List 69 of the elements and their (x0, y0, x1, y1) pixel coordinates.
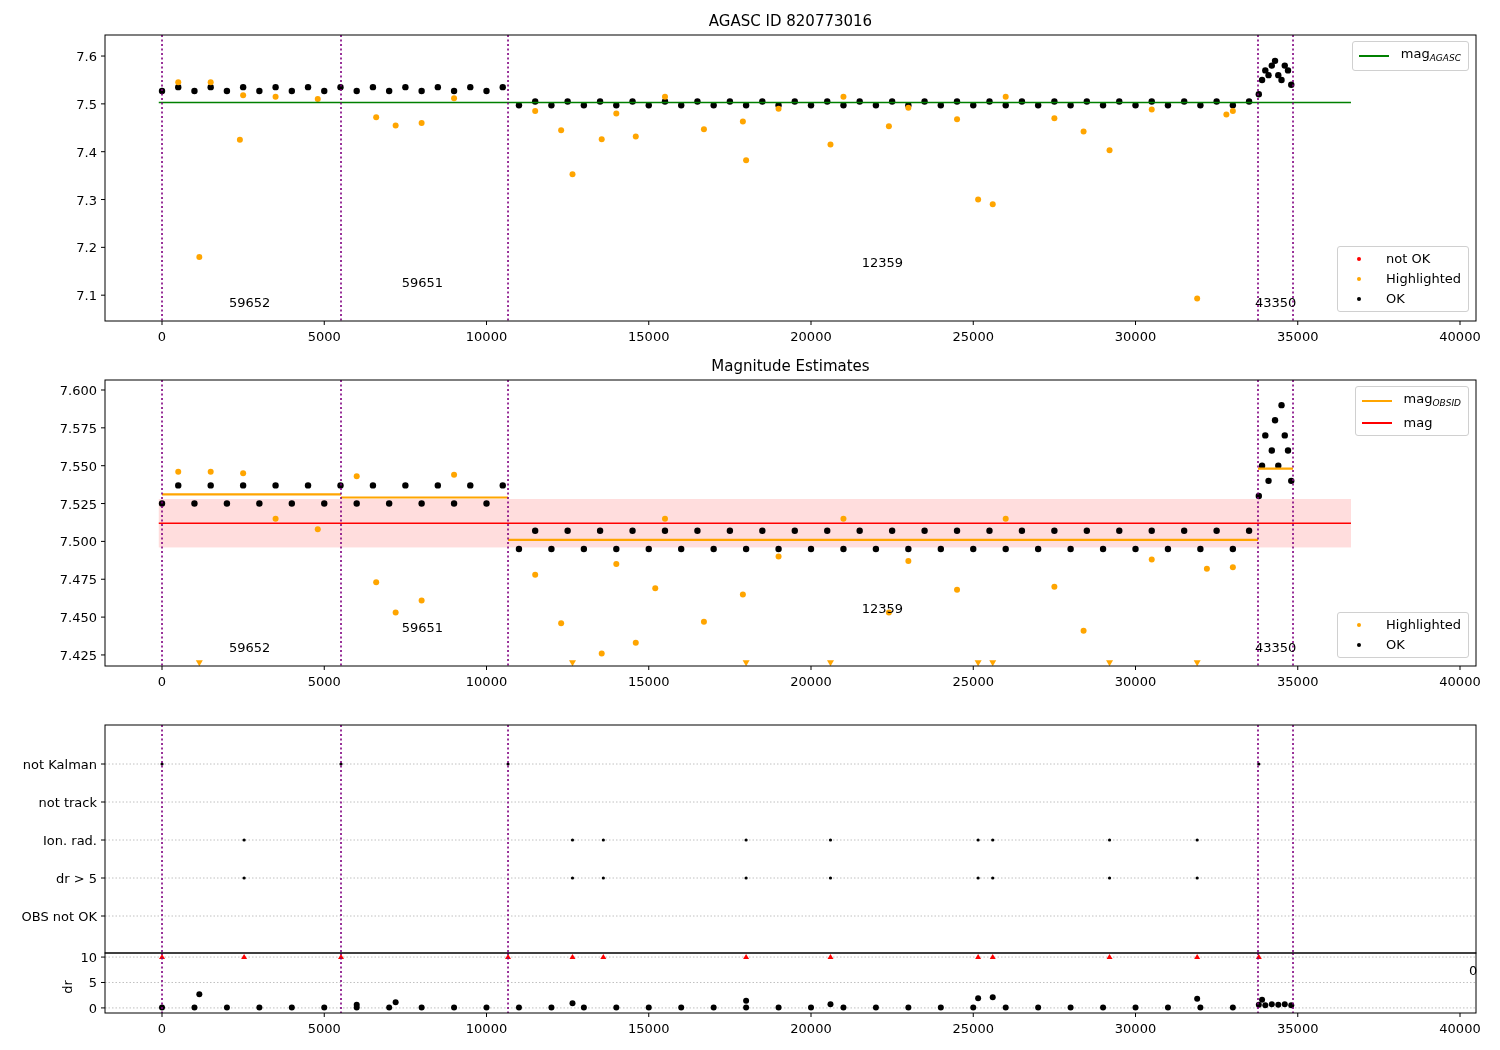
tick-label: 0 (1469, 963, 1478, 978)
tick-label: 7.3 (76, 192, 97, 208)
tick-label: 25000 (952, 674, 994, 689)
tick-label: Ion. rad. (43, 833, 97, 848)
tick-label: 7.600 (59, 383, 97, 398)
tick-label: 7.450 (59, 610, 97, 626)
tick-label: not track (38, 795, 97, 810)
annotation-label: 59652 (229, 639, 271, 655)
annotation-label: 43350 (1254, 295, 1297, 311)
legend-label: OK (1386, 636, 1405, 654)
chart-title: Magnitude Estimates (711, 357, 870, 375)
tick-label: 40000 (1439, 329, 1481, 344)
tick-label: 10000 (465, 1021, 508, 1036)
tick-label: 35000 (1277, 674, 1319, 689)
tick-label: 7.2 (76, 240, 97, 256)
legend-label: mag$_{AGASC}$ (1400, 45, 1461, 65)
tick-label: 7.500 (59, 534, 97, 550)
tick-label: 35000 (1277, 1021, 1319, 1036)
tick-label: dr > 5 (55, 871, 97, 886)
tick-label: 5000 (307, 329, 341, 344)
tick-label: 40000 (1439, 1021, 1481, 1036)
tick-label: 7.425 (59, 647, 97, 663)
legend-label: mag$_{OBSID}$ (1403, 390, 1461, 410)
tick-label: 7.1 (76, 288, 97, 304)
tick-label: 10 (80, 950, 97, 966)
tick-label: 15000 (628, 674, 670, 689)
annotation-label: 59652 (229, 295, 271, 311)
annotation-label: 59651 (401, 275, 444, 291)
tick-label: 5000 (307, 1021, 341, 1036)
annotation-label: 12359 (861, 255, 903, 271)
tick-label: 20000 (790, 1021, 832, 1036)
tick-label: 10000 (465, 674, 508, 689)
tick-label: 10000 (465, 329, 508, 344)
tick-label: 30000 (1114, 1021, 1157, 1036)
tick-label: 35000 (1277, 329, 1319, 344)
tick-label: 0 (157, 329, 167, 344)
tick-label: 30000 (1114, 329, 1157, 344)
chart-title: AGASC ID 820773016 (708, 12, 873, 30)
tick-label: 25000 (952, 1021, 994, 1036)
tick-label: 0 (157, 1021, 167, 1036)
tick-label: 7.525 (59, 496, 97, 512)
tick-label: 7.4 (76, 144, 97, 160)
legend-label: not OK (1386, 250, 1431, 268)
tick-label: 5000 (307, 674, 341, 689)
tick-label: 5 (88, 975, 97, 991)
tick-label: 40000 (1439, 674, 1481, 689)
tick-label: 7.475 (59, 572, 97, 588)
tick-label: 30000 (1114, 674, 1157, 689)
tick-label: 7.5 (76, 96, 97, 112)
tick-label: 15000 (628, 1021, 670, 1036)
legend-label: mag (1403, 414, 1433, 432)
tick-label: 0 (88, 1000, 97, 1016)
annotation-label: 12359 (861, 600, 903, 616)
annotation-label: 43350 (1254, 639, 1297, 655)
legend-label: Highlighted (1386, 616, 1461, 634)
legend-label: OK (1386, 290, 1405, 308)
tick-label: not Kalman (22, 757, 97, 772)
tick-label: 7.575 (59, 420, 97, 436)
tick-label: 20000 (790, 674, 832, 689)
tick-label: 7.550 (59, 458, 97, 474)
tick-label: OBS not OK (21, 909, 97, 924)
annotation-label: 59651 (401, 620, 444, 636)
tick-label: 25000 (952, 329, 994, 344)
tick-label: 7.6 (76, 49, 97, 65)
axis-label: dr (60, 980, 75, 994)
tick-label: 15000 (628, 329, 670, 344)
tick-label: 0 (157, 674, 167, 689)
legend-label: Highlighted (1386, 270, 1461, 288)
tick-label: 20000 (790, 329, 832, 344)
